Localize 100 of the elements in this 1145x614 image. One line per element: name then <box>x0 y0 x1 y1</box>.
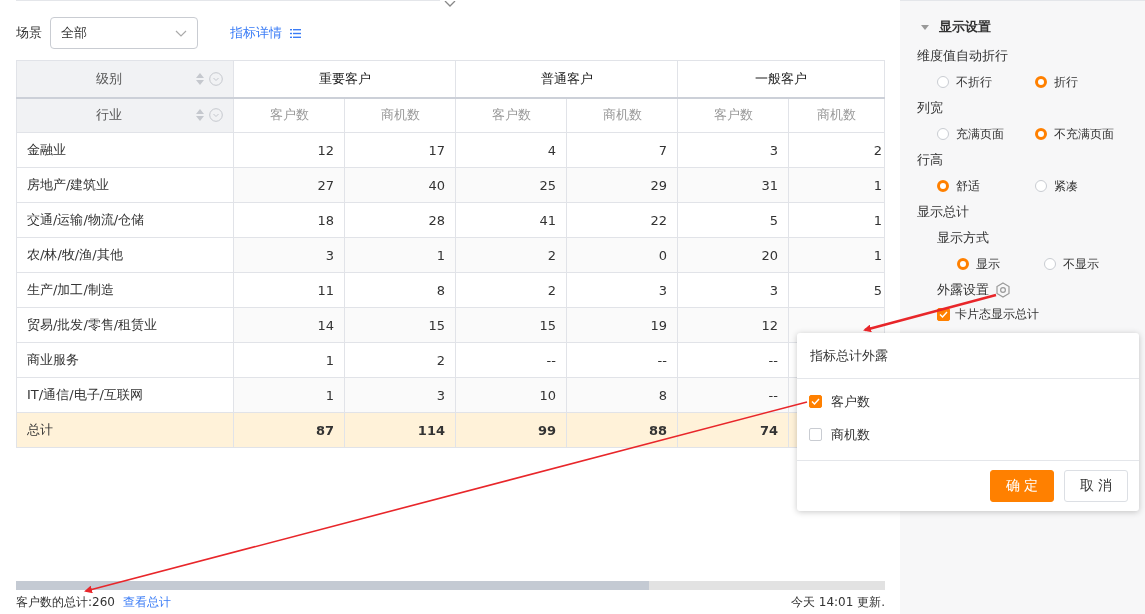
table-cell: 4 <box>455 132 567 168</box>
total-summary: 客户数的总计:260 <box>16 593 115 611</box>
column-header: 客户数 <box>677 97 789 133</box>
setting-label: 外露设置 <box>937 281 989 299</box>
row-label: 金融业 <box>16 132 234 168</box>
update-time: 今天 14:01 更新. <box>790 593 885 611</box>
setting-label: 显示方式 <box>936 229 990 247</box>
row-label: 商业服务 <box>16 342 234 378</box>
table-cell: 8 <box>344 272 456 308</box>
total-cell: 114 <box>344 412 456 448</box>
dropdown-icon[interactable] <box>209 71 223 86</box>
row-label: 交通/运输/物流/仓储 <box>16 202 234 238</box>
table-cell: 1 <box>233 342 345 378</box>
table-cell: 28 <box>344 202 456 238</box>
setting-label: 列宽 <box>917 99 944 117</box>
caret-icon[interactable] <box>175 29 187 37</box>
table-cell: 11 <box>233 272 345 308</box>
table-cell: 3 <box>566 272 678 308</box>
check-icon <box>811 398 820 405</box>
column-group-header: 普通客户 <box>455 60 678 98</box>
column-header[interactable]: 级别 <box>16 60 234 98</box>
table-cell: 2 <box>455 237 567 273</box>
list-icon[interactable] <box>290 28 301 38</box>
column-header[interactable]: 行业 <box>16 97 234 133</box>
table-cell: 3 <box>677 272 789 308</box>
radio-option[interactable]: 不折行 <box>937 73 1035 91</box>
table-cell: 12 <box>677 307 789 343</box>
table-cell: 1 <box>233 377 345 413</box>
view-total-link[interactable]: 查看总计 <box>122 593 171 611</box>
column-group-header: 一般客户 <box>677 60 885 98</box>
table-cell: 5 <box>677 202 789 238</box>
table-cell: 41 <box>455 202 567 238</box>
row-label: IT/通信/电子/互联网 <box>16 377 234 413</box>
scene-label: 场景 <box>16 24 42 42</box>
table-cell: 3 <box>233 237 345 273</box>
table-cell: -- <box>566 342 678 378</box>
table-cell: 10 <box>455 377 567 413</box>
table-cell: 15 <box>344 307 456 343</box>
total-cell: 88 <box>566 412 678 448</box>
row-label: 贸易/批发/零售/租赁业 <box>16 307 234 343</box>
radio-option[interactable]: 舒适 <box>937 177 1035 195</box>
checkbox-option[interactable]: 商机数 <box>809 418 1139 451</box>
table-cell: 5 <box>788 272 885 308</box>
table-cell: 8 <box>566 377 678 413</box>
sort-icon[interactable] <box>195 109 205 122</box>
row-label: 农/林/牧/渔/其他 <box>16 237 234 273</box>
settings-icon[interactable] <box>995 282 1011 298</box>
collapse-icon[interactable] <box>921 24 929 30</box>
table-cell: 18 <box>233 202 345 238</box>
setting-label: 显示总计 <box>917 203 970 221</box>
table-cell: 17 <box>344 132 456 168</box>
table-cell: 31 <box>677 167 789 203</box>
details-link[interactable]: 指标详情 <box>230 24 282 42</box>
table-cell: 3 <box>677 132 789 168</box>
radio-option[interactable]: 不显示 <box>1044 255 1131 273</box>
row-label: 总计 <box>16 412 234 448</box>
radio-option[interactable]: 显示 <box>957 255 1044 273</box>
column-header: 商机数 <box>344 97 456 133</box>
radio-option[interactable]: 折行 <box>1035 73 1133 91</box>
horizontal-scrollbar[interactable] <box>16 581 885 590</box>
table-cell: 22 <box>566 202 678 238</box>
table-cell: 20 <box>677 237 789 273</box>
table-cell: 14 <box>233 307 345 343</box>
column-header: 客户数 <box>233 97 345 133</box>
radio-option[interactable]: 不充满页面 <box>1035 125 1133 143</box>
table-cell: 2 <box>455 272 567 308</box>
table-cell: 19 <box>566 307 678 343</box>
column-header: 客户数 <box>455 97 567 133</box>
radio-option[interactable]: 充满页面 <box>937 125 1035 143</box>
dialog-title: 指标总计外露 <box>797 333 1139 379</box>
table-cell: 1 <box>788 202 885 238</box>
table-cell: 7 <box>566 132 678 168</box>
table-cell: 40 <box>344 167 456 203</box>
table-cell: 1 <box>788 167 885 203</box>
section-title: 显示设置 <box>939 18 991 36</box>
column-header: 商机数 <box>566 97 678 133</box>
table-cell: 1 <box>788 237 885 273</box>
cancel-button[interactable]: 取 消 <box>1064 470 1128 502</box>
table-cell: 2 <box>344 342 456 378</box>
table-cell: 2 <box>788 132 885 168</box>
table-cell: 0 <box>566 237 678 273</box>
checkbox-option[interactable]: 客户数 <box>809 385 1139 418</box>
checkbox-option[interactable]: 卡片态显示总计 <box>917 303 1145 325</box>
table-cell: 25 <box>455 167 567 203</box>
radio-option[interactable]: 紧凑 <box>1035 177 1133 195</box>
setting-label: 维度值自动折行 <box>917 47 1009 65</box>
table-cell: 15 <box>455 307 567 343</box>
check-icon <box>939 310 948 318</box>
table-cell: -- <box>677 377 789 413</box>
sort-icon[interactable] <box>195 72 205 85</box>
setting-label: 行高 <box>917 151 944 169</box>
column-group-header: 重要客户 <box>233 60 456 98</box>
table-cell: 3 <box>344 377 456 413</box>
scene-select[interactable]: 全部 <box>50 17 198 49</box>
table-cell: 29 <box>566 167 678 203</box>
table-cell: -- <box>455 342 567 378</box>
dropdown-icon[interactable] <box>209 108 223 123</box>
total-cell: 99 <box>455 412 567 448</box>
table-cell: 1 <box>344 237 456 273</box>
column-header: 商机数 <box>788 97 885 133</box>
